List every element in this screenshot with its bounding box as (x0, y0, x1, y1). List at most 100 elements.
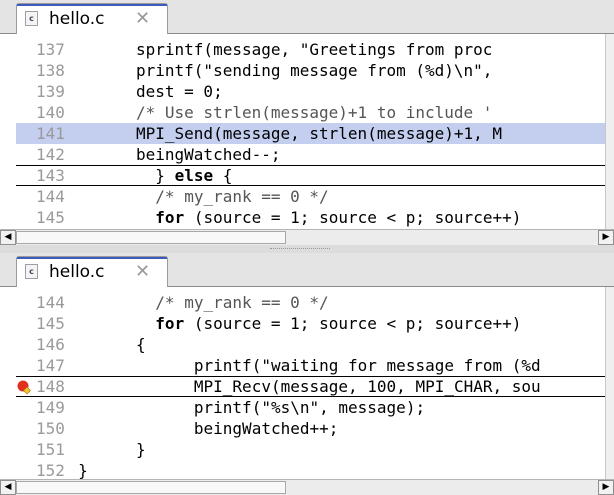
code-line[interactable]: 150 beingWatched++; (16, 418, 606, 439)
line-number: 140 (36, 103, 65, 122)
close-tab-icon[interactable]: ✕ (135, 8, 150, 29)
code-line[interactable]: 142 beingWatched--; (16, 144, 606, 165)
code-text: dest = 0; (136, 81, 223, 102)
code-token: MPI_Send(message, strlen(message)+1, M (136, 124, 503, 143)
code-text: MPI_Send(message, strlen(message)+1, M (136, 123, 502, 144)
code-text: MPI_Recv(message, 100, MPI_CHAR, sou (194, 377, 541, 396)
tab-label: hello.c (49, 9, 105, 29)
close-tab-icon[interactable]: ✕ (135, 261, 150, 282)
line-number: 146 (36, 335, 65, 354)
tab-label: hello.c (49, 262, 105, 282)
code-text: printf("sending message from (%d)\n", (136, 60, 492, 81)
line-number: 139 (36, 82, 65, 101)
editor-tab-hello-c[interactable]: c hello.c ✕ (16, 3, 168, 35)
editor-tab-bar: c hello.c ✕ (0, 0, 614, 35)
code-line[interactable]: 140 /* Use strlen(message)+1 to include ' (16, 102, 606, 123)
code-text: /* my_rank == 0 */ (155, 292, 328, 313)
code-line[interactable]: 145 for (source = 1; source < p; source++… (16, 313, 606, 334)
code-token: printf("%s\n", message); (193, 398, 426, 417)
horizontal-scrollbar[interactable]: ◀ ▶ (0, 479, 614, 495)
code-token: { (136, 335, 146, 354)
code-text: /* Use strlen(message)+1 to include ' (136, 102, 492, 123)
code-text: { (136, 334, 146, 355)
line-number: 152 (36, 461, 65, 479)
horizontal-scrollbar[interactable]: ◀ ▶ (0, 229, 614, 245)
comment-token: /* Use strlen(message)+1 to include ' (136, 103, 493, 122)
code-text: beingWatched--; (136, 144, 281, 165)
code-token: printf("waiting for message from (%d (193, 356, 541, 375)
code-line[interactable]: 149 printf("%s\n", message); (16, 397, 606, 418)
scroll-left-arrow-icon[interactable]: ◀ (0, 480, 16, 495)
line-number: 148 (36, 377, 65, 396)
code-line[interactable]: 152} (16, 460, 606, 479)
code-token: { (213, 166, 233, 185)
code-line[interactable]: 143} else { (16, 165, 606, 186)
code-text: /* my_rank == 0 */ (155, 186, 328, 207)
comment-token: /* my_rank == 0 */ (155, 293, 329, 312)
scroll-left-arrow-icon[interactable]: ◀ (0, 230, 16, 245)
line-number: 137 (36, 40, 65, 59)
code-line[interactable]: 151} (16, 439, 606, 460)
active-tab-indicator (17, 4, 167, 6)
pane-splitter[interactable] (0, 245, 614, 253)
editor-tab-hello-c[interactable]: c hello.c ✕ (16, 256, 168, 288)
code-token: } (155, 166, 175, 185)
line-number: 150 (36, 419, 65, 438)
line-number: 144 (36, 187, 65, 206)
scroll-right-arrow-icon[interactable]: ▶ (598, 480, 614, 495)
code-line[interactable]: 147 printf("waiting for message from (%d (16, 355, 606, 376)
c-file-icon: c (25, 264, 38, 279)
code-token: beingWatched++; (193, 419, 339, 438)
bottom-editor-pane: c hello.c ✕ 144 /* my_rank == 0 */ 145 for … (0, 253, 614, 495)
breakpoint-icon[interactable] (17, 380, 31, 394)
code-editor[interactable]: 144 /* my_rank == 0 */ 145 for (source = 1;… (16, 287, 614, 479)
code-text: } else { (155, 166, 232, 185)
comment-token: /* my_rank == 0 */ (155, 187, 329, 206)
code-line[interactable]: 144 /* my_rank == 0 */ (16, 186, 606, 207)
code-token: dest = 0; (136, 82, 223, 101)
code-text: for (source = 1; source < p; source++) (155, 313, 521, 334)
code-token: } (78, 461, 88, 479)
code-line[interactable]: 141 MPI_Send(message, strlen(message)+1, … (16, 123, 606, 144)
scroll-right-arrow-icon[interactable]: ▶ (598, 230, 614, 245)
code-text: printf("waiting for message from (%d (194, 355, 541, 376)
code-line[interactable]: 148 MPI_Recv(message, 100, MPI_CHAR, sou (16, 376, 606, 397)
code-line[interactable]: 146 { (16, 334, 606, 355)
code-text: } (78, 460, 88, 479)
code-token: beingWatched--; (136, 145, 281, 164)
line-number: 144 (36, 293, 65, 312)
code-token: MPI_Recv(message, 100, MPI_CHAR, sou (193, 377, 541, 396)
line-number: 145 (36, 208, 65, 227)
code-text: printf("%s\n", message); (194, 397, 425, 418)
code-line[interactable]: 144 /* my_rank == 0 */ (16, 292, 606, 313)
line-number: 149 (36, 398, 65, 417)
code-text: for (source = 1; source < p; source++) (155, 207, 521, 228)
scrollbar-thumb[interactable] (16, 481, 286, 494)
code-token: } (136, 440, 146, 459)
vertical-scrollbar[interactable] (605, 34, 614, 229)
code-line[interactable]: 137 sprintf(message, "Greetings from proc (16, 39, 606, 60)
keyword-token: for (155, 314, 185, 333)
line-number: 145 (36, 314, 65, 333)
code-line[interactable]: 138 printf("sending message from (%d)\n", (16, 60, 606, 81)
keyword-token: for (155, 208, 185, 227)
code-line[interactable]: 145 for (source = 1; source < p; source++… (16, 207, 606, 228)
line-number: 151 (36, 440, 65, 459)
splitter-grip (270, 248, 330, 251)
code-token: printf("sending message from (%d)\n", (136, 61, 493, 80)
line-number: 143 (36, 166, 65, 185)
code-line[interactable]: 139 dest = 0; (16, 81, 606, 102)
c-file-icon: c (25, 11, 38, 26)
scrollbar-thumb[interactable] (16, 231, 286, 244)
line-number: 147 (36, 356, 65, 375)
vertical-scrollbar[interactable] (605, 287, 614, 479)
code-token: sprintf(message, "Greetings from proc (136, 40, 493, 59)
code-editor[interactable]: 137 sprintf(message, "Greetings from proc… (16, 34, 614, 229)
keyword-token: else (174, 166, 214, 185)
line-number: 142 (36, 145, 65, 164)
top-editor-pane: c hello.c ✕ 137 sprintf(message, "Greetin… (0, 0, 614, 245)
code-text: beingWatched++; (194, 418, 339, 439)
editor-tab-bar: c hello.c ✕ (0, 253, 614, 288)
code-text: sprintf(message, "Greetings from proc (136, 39, 492, 60)
line-number: 138 (36, 61, 65, 80)
